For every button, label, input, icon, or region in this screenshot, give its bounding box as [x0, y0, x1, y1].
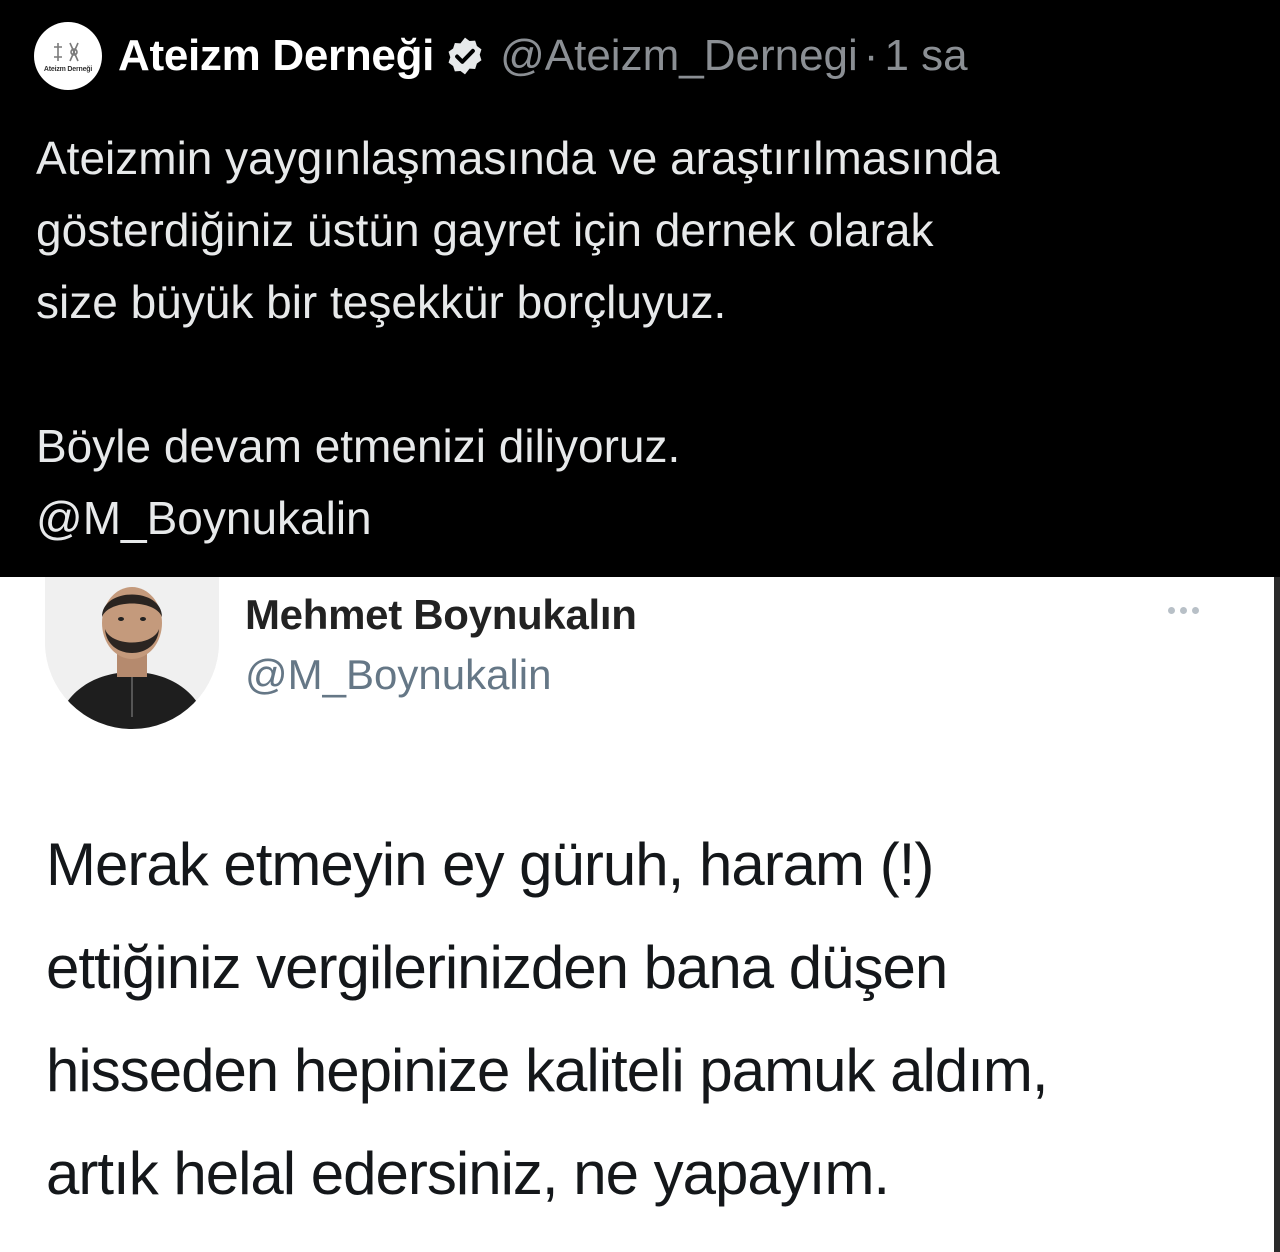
more-dot: [1180, 607, 1187, 614]
quoted-author-handle[interactable]: @M_Boynukalin: [245, 651, 551, 699]
quoted-author-name[interactable]: Mehmet Boynukalın: [245, 591, 637, 639]
profile-photo-icon: [45, 577, 219, 729]
more-dot: [1168, 607, 1175, 614]
avatar[interactable]: Ateizm Derneği: [34, 22, 102, 90]
main-tweet: Ateizm Derneği Ateizm Derneği @Ateizm_De…: [0, 0, 1280, 577]
tweet-text-line: artık helal edersiniz, ne yapayım.: [46, 1140, 890, 1207]
separator-dot: ·: [863, 31, 879, 80]
tweet-text-line: ettiğiniz vergilerinizden bana düşen: [46, 934, 948, 1001]
author-name[interactable]: Ateizm Derneği: [118, 31, 434, 81]
verified-badge-icon: [448, 37, 482, 75]
atom-logo-icon: [54, 42, 79, 62]
tweet-text-line: Böyle devam etmenizi diliyoruz.: [36, 420, 681, 472]
tweet-text: Ateizmin yaygınlaşmasında ve araştırılma…: [36, 122, 1236, 554]
tweet-text-line: Ateizmin yaygınlaşmasında ve araştırılma…: [36, 132, 1000, 184]
tweet-text-line: gösterdiğiniz üstün gayret için dernek o…: [36, 204, 934, 256]
tweet-text-line: size büyük bir teşekkür borçluyuz.: [36, 276, 727, 328]
mention-link[interactable]: @M_Boynukalin: [36, 482, 1236, 554]
avatar-label: Ateizm Derneği: [43, 66, 93, 73]
tweet-text-line: Merak etmeyin ey güruh, haram (!): [46, 831, 934, 898]
tweet-text-line: hisseden hepinize kaliteli pamuk aldım,: [46, 1037, 1049, 1104]
more-dot: [1192, 607, 1199, 614]
frame-edge: [1274, 577, 1280, 1252]
timestamp[interactable]: 1 sa: [884, 31, 967, 81]
author-handle[interactable]: @Ateizm_Dernegi: [500, 31, 858, 81]
quoted-tweet[interactable]: Mehmet Boynukalın @M_Boynukalin Merak et…: [0, 577, 1280, 1252]
avatar[interactable]: [45, 577, 219, 729]
tweet-header: Ateizm Derneği Ateizm Derneği @Ateizm_De…: [34, 22, 968, 90]
quoted-tweet-text: Merak etmeyin ey güruh, haram (!) ettiği…: [46, 813, 1246, 1225]
more-horizontal-icon[interactable]: [1168, 607, 1199, 614]
